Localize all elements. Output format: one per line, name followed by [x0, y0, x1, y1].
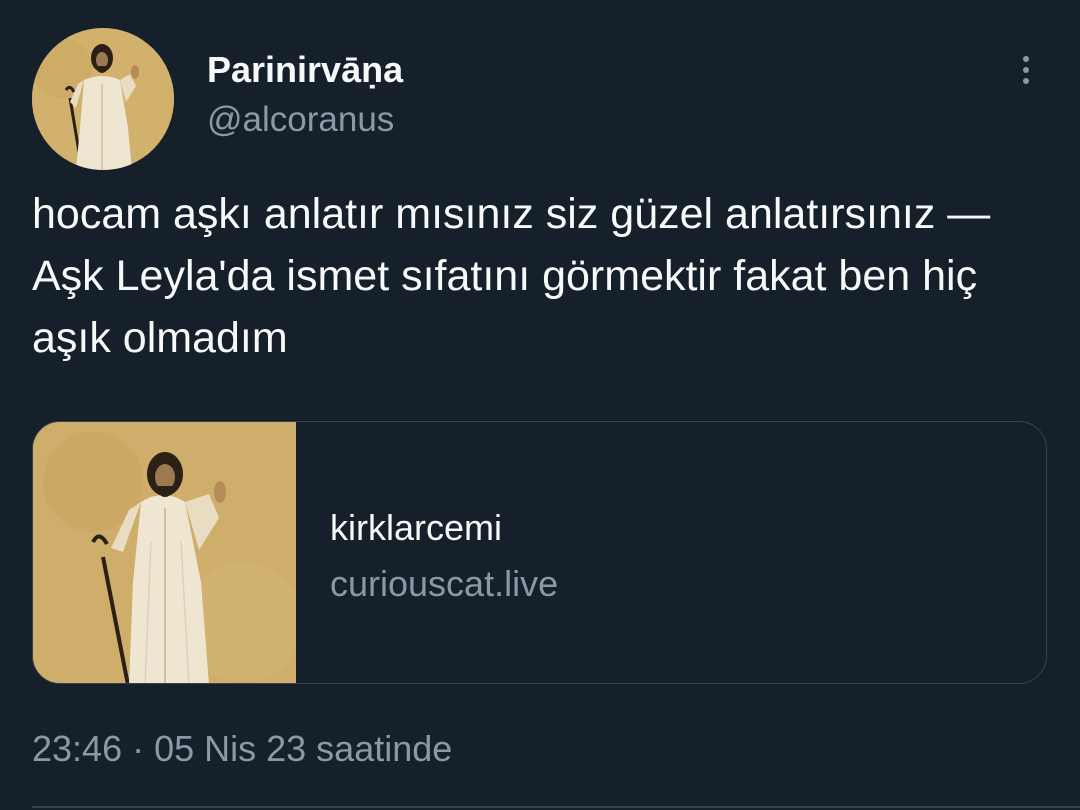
- link-card-portrait-image: [33, 422, 296, 683]
- divider: [32, 806, 1080, 808]
- author-handle[interactable]: @alcoranus: [207, 98, 394, 142]
- link-preview-card[interactable]: kirklarcemi curiouscat.live: [32, 421, 1047, 684]
- author-display-name[interactable]: Parinirvāṇa: [207, 48, 403, 92]
- avatar-portrait-image: [32, 28, 174, 170]
- more-vertical-icon[interactable]: [1006, 50, 1046, 90]
- link-card-title: kirklarcemi: [330, 507, 503, 548]
- link-card-domain: curiouscat.live: [330, 563, 559, 604]
- avatar[interactable]: [32, 28, 174, 170]
- tweet-detail: Parinirvāṇa @alcoranus hocam aşkı anlatı…: [0, 0, 1080, 810]
- tweet-text: hocam aşkı anlatır mısınız siz güzel anl…: [32, 190, 991, 362]
- link-card-thumbnail: [33, 422, 296, 683]
- tweet-timestamp[interactable]: 23:46 · 05 Nis 23 saatinde: [32, 727, 452, 771]
